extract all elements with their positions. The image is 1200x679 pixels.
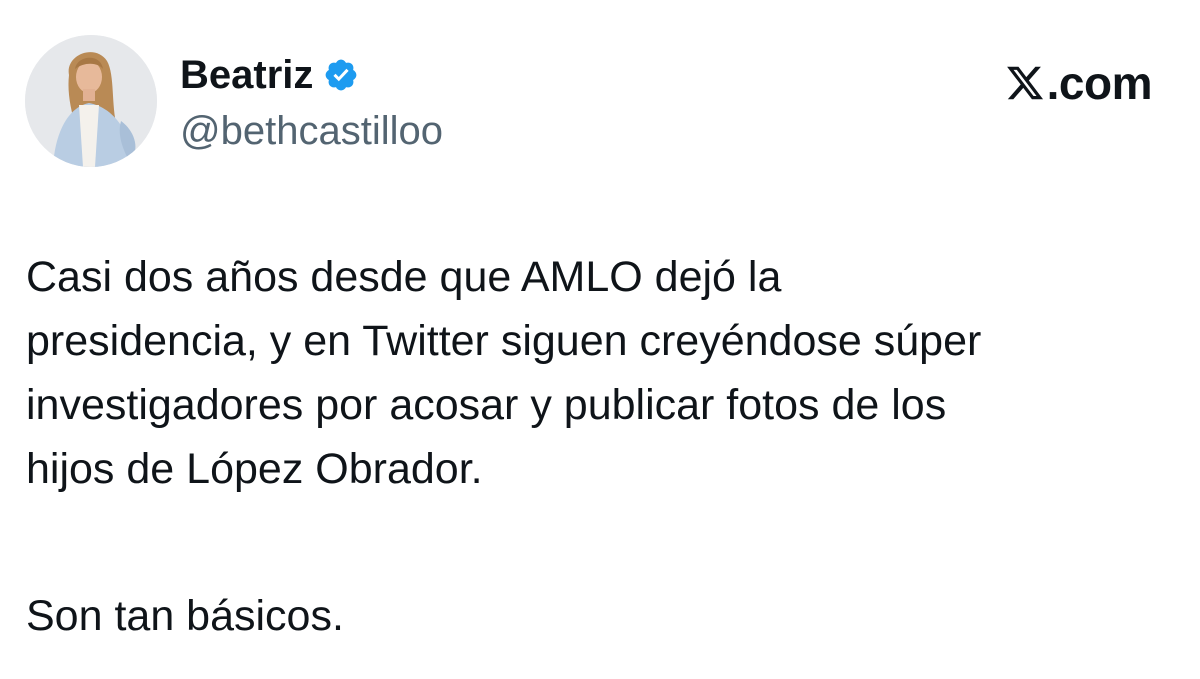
tweet-closing-line: Son tan básicos. (26, 592, 344, 640)
tweet-card: Beatriz @bethcastilloo .com Casi dos año… (0, 0, 1200, 679)
avatar-photo (25, 35, 157, 167)
tweet-text-line: Casi dos años desde que AMLO dejó la (26, 253, 782, 301)
verified-badge-icon (326, 59, 357, 91)
avatar[interactable] (25, 35, 157, 167)
author-handle[interactable]: @bethcastilloo (180, 108, 443, 154)
author-name-row: Beatriz (180, 52, 359, 98)
tweet-text-line: presidencia, y en Twitter siguen creyénd… (26, 317, 982, 365)
tweet-text: Casi dos años desde que AMLO dejó la pre… (26, 245, 1176, 501)
author-name[interactable]: Beatriz (180, 52, 313, 98)
brand-domain: .com (1046, 57, 1153, 109)
tweet-text-line: investigadores por acosar y publicar fot… (26, 381, 947, 429)
tweet-text-line: hijos de López Obrador. (26, 445, 483, 493)
brand-watermark: .com (1005, 57, 1153, 109)
x-logo-icon (1006, 66, 1043, 100)
